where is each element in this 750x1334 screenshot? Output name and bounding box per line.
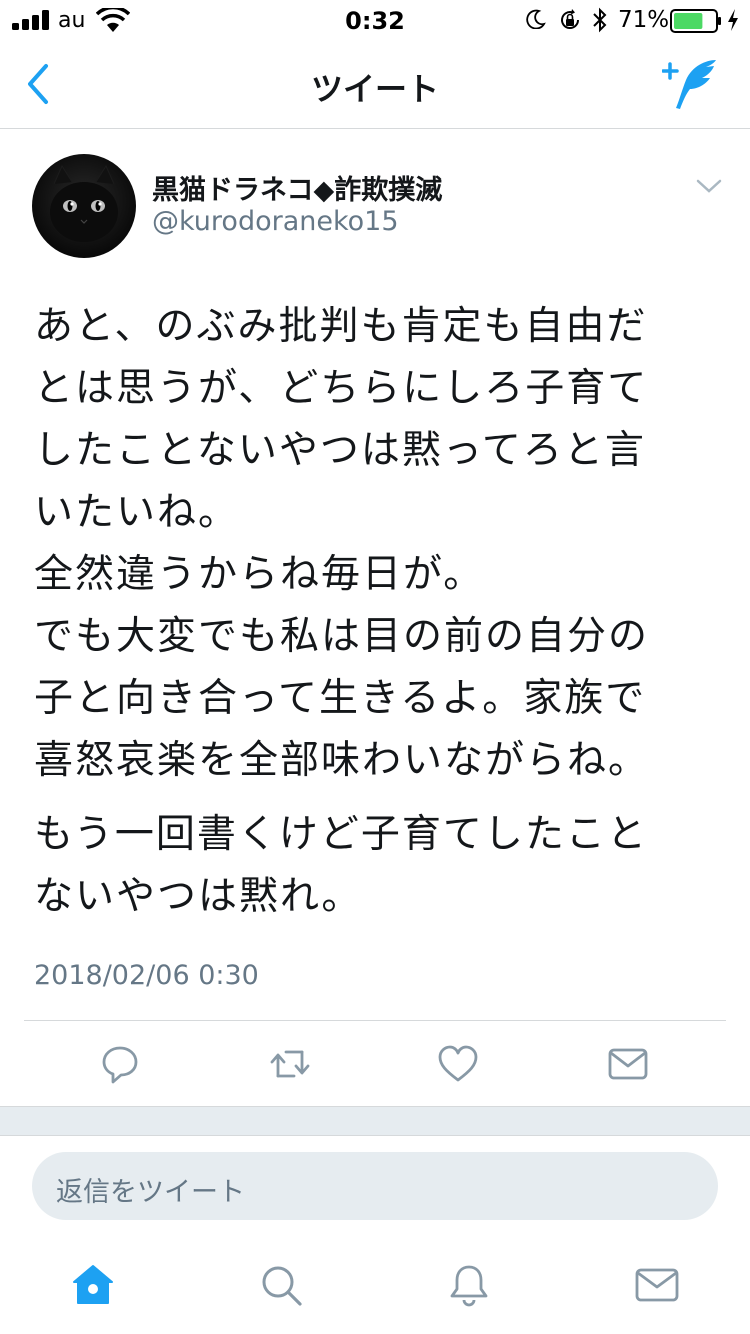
tweet-line: いたいね。 (34, 490, 240, 535)
like-icon[interactable] (436, 1042, 480, 1086)
tweet-line: あと、のぶみ批判も肯定も自由だ (34, 304, 648, 349)
tweet-text: あと、のぶみ批判も肯定も自由だ とは思うが、どちらにしろ子育て したことないやつ… (34, 296, 724, 928)
tweet-line: 全然違うからね毎日が。 (34, 552, 485, 597)
messages-icon[interactable] (634, 1262, 680, 1308)
reply-icon[interactable] (98, 1042, 142, 1086)
divider (24, 1020, 726, 1021)
section-separator (0, 1106, 750, 1136)
status-bar: au 0:32 71% (0, 0, 750, 40)
moon-icon (526, 9, 546, 29)
orientation-lock-icon (561, 9, 580, 29)
display-name[interactable]: 黒猫ドラネコ◆詐欺撲滅 (152, 168, 442, 207)
direct-message-icon[interactable] (606, 1042, 650, 1086)
notifications-icon[interactable] (446, 1262, 492, 1308)
avatar[interactable] (32, 154, 136, 258)
chevron-down-icon[interactable] (694, 176, 724, 196)
tweet-line: とは思うが、どちらにしろ子育て (34, 366, 649, 411)
tweet-line: 喜怒哀楽を全部味わいながらね。 (34, 738, 650, 783)
tweet-line: したことないやつは黙ってろと言 (34, 428, 646, 473)
compose-tweet-icon[interactable] (662, 56, 722, 112)
tweet-line: でも大変でも私は目の前の自分の (34, 614, 650, 659)
battery-percent: 71% (618, 7, 670, 33)
tweet-line: ないやつは黙れ。 (34, 874, 363, 919)
retweet-icon[interactable] (268, 1042, 312, 1086)
tweet-line: 子と向き合って生きるよ。家族で (34, 676, 647, 721)
battery-icon (670, 9, 721, 33)
search-icon[interactable] (258, 1262, 304, 1308)
reply-input[interactable]: 返信をツイート (32, 1152, 718, 1220)
black-cat-avatar-image (32, 154, 136, 258)
reply-placeholder: 返信をツイート (56, 1177, 245, 1208)
home-icon[interactable] (70, 1262, 116, 1308)
charging-icon (728, 9, 738, 31)
page-title: ツイート (310, 70, 439, 108)
tweet-timestamp: 2018/02/06 0:30 (34, 960, 259, 991)
bluetooth-icon (593, 7, 607, 33)
tweet-line: もう一回書くけど子育てしたこと (34, 812, 648, 857)
navigation-bar: ツイート (0, 40, 750, 129)
user-handle[interactable]: @kurodoraneko15 (152, 206, 399, 237)
